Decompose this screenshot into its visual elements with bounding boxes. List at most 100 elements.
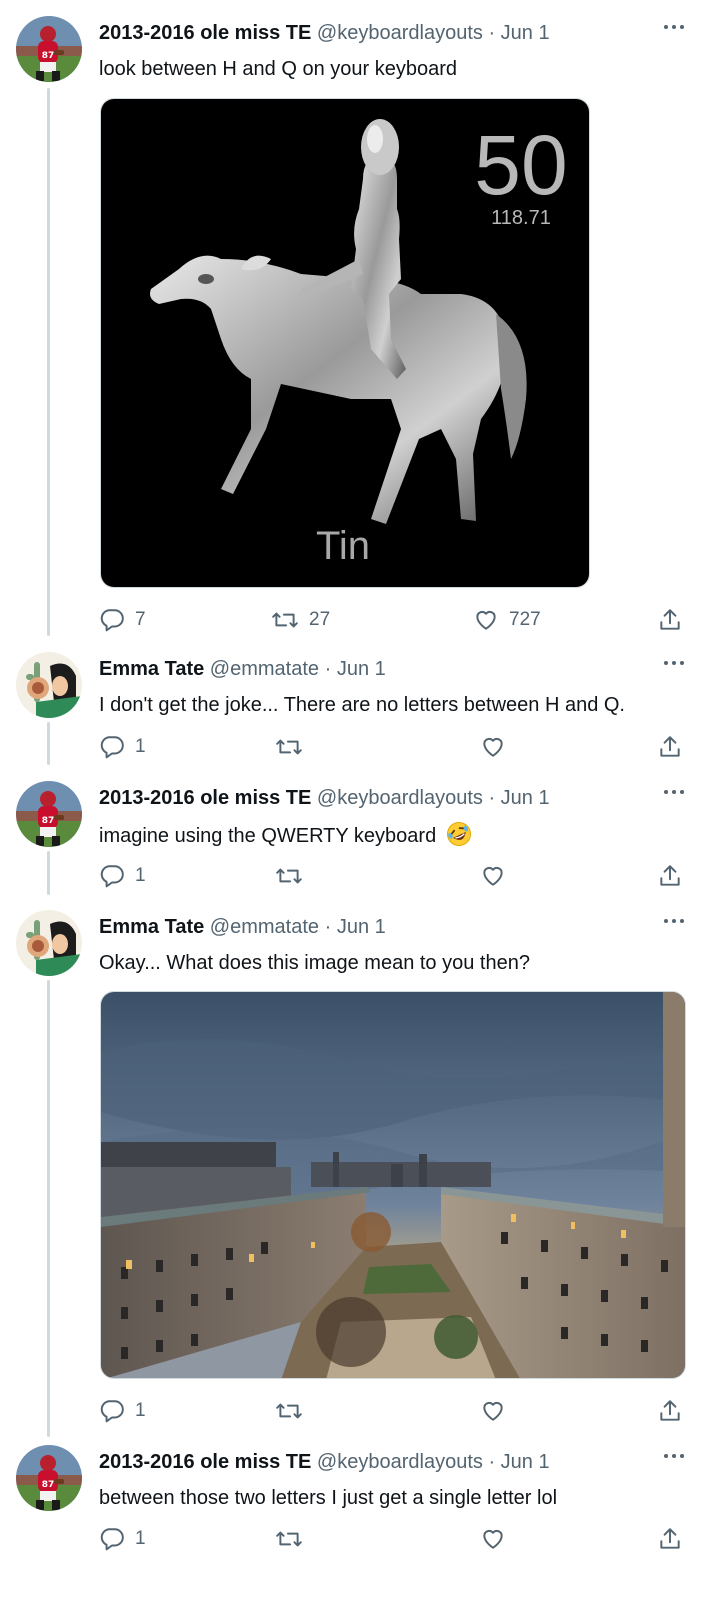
reply-icon [100, 865, 124, 888]
tweet-header: 2013-2016 ole miss TE @keyboardlayouts ·… [99, 20, 550, 46]
reply-count: 1 [135, 865, 146, 886]
like-icon [483, 737, 503, 757]
tweet-header: Emma Tate @emmatate · Jun 1 [99, 914, 386, 940]
timestamp[interactable]: Jun 1 [501, 1451, 550, 1473]
share-icon [660, 736, 680, 757]
separator: · [488, 1451, 496, 1473]
retweet-button[interactable] [275, 862, 303, 890]
reply-button[interactable]: 1 [99, 1525, 146, 1553]
atomic-weight: 118.71 [491, 207, 551, 229]
reply-icon [100, 1528, 124, 1551]
retweet-icon [272, 612, 298, 628]
reply-count: 7 [135, 609, 146, 630]
share-button[interactable] [657, 606, 683, 634]
reply-button[interactable]: 1 [99, 1397, 146, 1425]
share-button[interactable] [657, 733, 683, 761]
more-icon[interactable] [663, 652, 687, 674]
timestamp[interactable]: Jun 1 [501, 22, 550, 44]
display-name[interactable]: Emma Tate [99, 916, 204, 938]
retweet-button[interactable]: 27 [271, 606, 330, 634]
share-icon [660, 609, 680, 630]
tweet-actions: 1 [99, 1525, 689, 1553]
like-button[interactable] [480, 733, 506, 761]
tweet-header: Emma Tate @emmatate · Jun 1 [99, 656, 386, 682]
like-button[interactable] [480, 1525, 506, 1553]
like-icon [476, 610, 496, 630]
username[interactable]: @keyboardlayouts [317, 22, 483, 44]
reply-count: 1 [135, 1528, 146, 1549]
retweet-button[interactable] [275, 1397, 303, 1425]
tweet-actions: 7 27 727 [99, 606, 689, 634]
tweet-image[interactable]: 50 118.71 Tin [100, 98, 590, 588]
avatar[interactable] [16, 652, 82, 718]
timestamp[interactable]: Jun 1 [337, 658, 386, 680]
tweet-text: Okay... What does this image mean to you… [99, 952, 530, 974]
username[interactable]: @emmatate [210, 658, 319, 680]
retweet-button[interactable] [275, 1525, 303, 1553]
retweet-button[interactable] [275, 733, 303, 761]
reply-icon [100, 1400, 124, 1423]
share-button[interactable] [657, 862, 683, 890]
timestamp[interactable]: Jun 1 [501, 787, 550, 809]
tweet-text: I don't get the joke... There are no let… [99, 694, 625, 716]
share-button[interactable] [657, 1525, 683, 1553]
retweet-icon [276, 868, 302, 884]
share-icon [660, 1400, 680, 1421]
reply-count: 1 [135, 1400, 146, 1421]
svg-text:87: 87 [42, 51, 55, 61]
avatar[interactable]: 87 [16, 1445, 82, 1511]
username[interactable]: @emmatate [210, 916, 319, 938]
tweet[interactable]: Emma Tate @emmatate · Jun 1 Okay... What… [0, 894, 717, 1434]
tweet-text: imagine using the QWERTY keyboard [99, 825, 437, 847]
display-name[interactable]: Emma Tate [99, 658, 204, 680]
display-name[interactable]: 2013-2016 ole miss TE [99, 22, 311, 44]
reply-button[interactable]: 1 [99, 733, 146, 761]
like-button[interactable] [480, 1397, 506, 1425]
element-name: Tin [316, 524, 370, 568]
share-icon [660, 865, 680, 886]
rolling-on-floor-laughing-emoji [446, 822, 471, 846]
share-icon [660, 1528, 680, 1549]
reply-button[interactable]: 7 [99, 606, 146, 634]
more-icon[interactable] [663, 1445, 687, 1467]
like-icon [483, 866, 503, 886]
tweet[interactable]: 87 2013-2016 ole miss TE @keyboardlayout… [0, 1429, 717, 1600]
tweet-image[interactable] [100, 991, 686, 1379]
more-icon[interactable] [663, 781, 687, 803]
reply-icon [100, 609, 124, 632]
tweet-text-line: imagine using the QWERTY keyboard [99, 821, 472, 849]
tweet-actions: 1 [99, 733, 689, 761]
atomic-number: 50 [474, 118, 567, 212]
tweet-text: look between H and Q on your keyboard [99, 58, 457, 80]
separator: · [324, 658, 332, 680]
avatar[interactable]: 87 [16, 781, 82, 847]
retweet-count: 27 [309, 609, 331, 630]
avatar[interactable] [16, 910, 82, 976]
tweet-header: 2013-2016 ole miss TE @keyboardlayouts ·… [99, 785, 550, 811]
more-icon[interactable] [663, 16, 687, 38]
tweet[interactable]: 87 2013-2016 ole miss TE @keyboardlayout… [0, 765, 717, 893]
separator: · [488, 787, 496, 809]
reply-icon [100, 736, 124, 759]
like-button[interactable] [480, 862, 506, 890]
display-name[interactable]: 2013-2016 ole miss TE [99, 1451, 311, 1473]
reply-button[interactable]: 1 [99, 862, 146, 890]
svg-text:87: 87 [42, 816, 55, 826]
tweet-text: between those two letters I just get a s… [99, 1487, 558, 1509]
avatar[interactable]: 87 [16, 16, 82, 82]
retweet-icon [276, 1403, 302, 1419]
tweet-actions: 1 [99, 1397, 689, 1425]
share-button[interactable] [657, 1397, 683, 1425]
username[interactable]: @keyboardlayouts [317, 1451, 483, 1473]
separator: · [324, 916, 332, 938]
like-count: 727 [509, 609, 541, 630]
tweet[interactable]: 87 2013-2016 ole miss TE @keyboardlayout… [0, 0, 717, 640]
like-icon [483, 1401, 503, 1421]
display-name[interactable]: 2013-2016 ole miss TE [99, 787, 311, 809]
username[interactable]: @keyboardlayouts [317, 787, 483, 809]
more-icon[interactable] [663, 910, 687, 932]
like-button[interactable]: 727 [473, 606, 541, 634]
tweet[interactable]: Emma Tate @emmatate · Jun 1 I don't get … [0, 636, 717, 764]
timestamp[interactable]: Jun 1 [337, 916, 386, 938]
tweet-header: 2013-2016 ole miss TE @keyboardlayouts ·… [99, 1449, 550, 1475]
